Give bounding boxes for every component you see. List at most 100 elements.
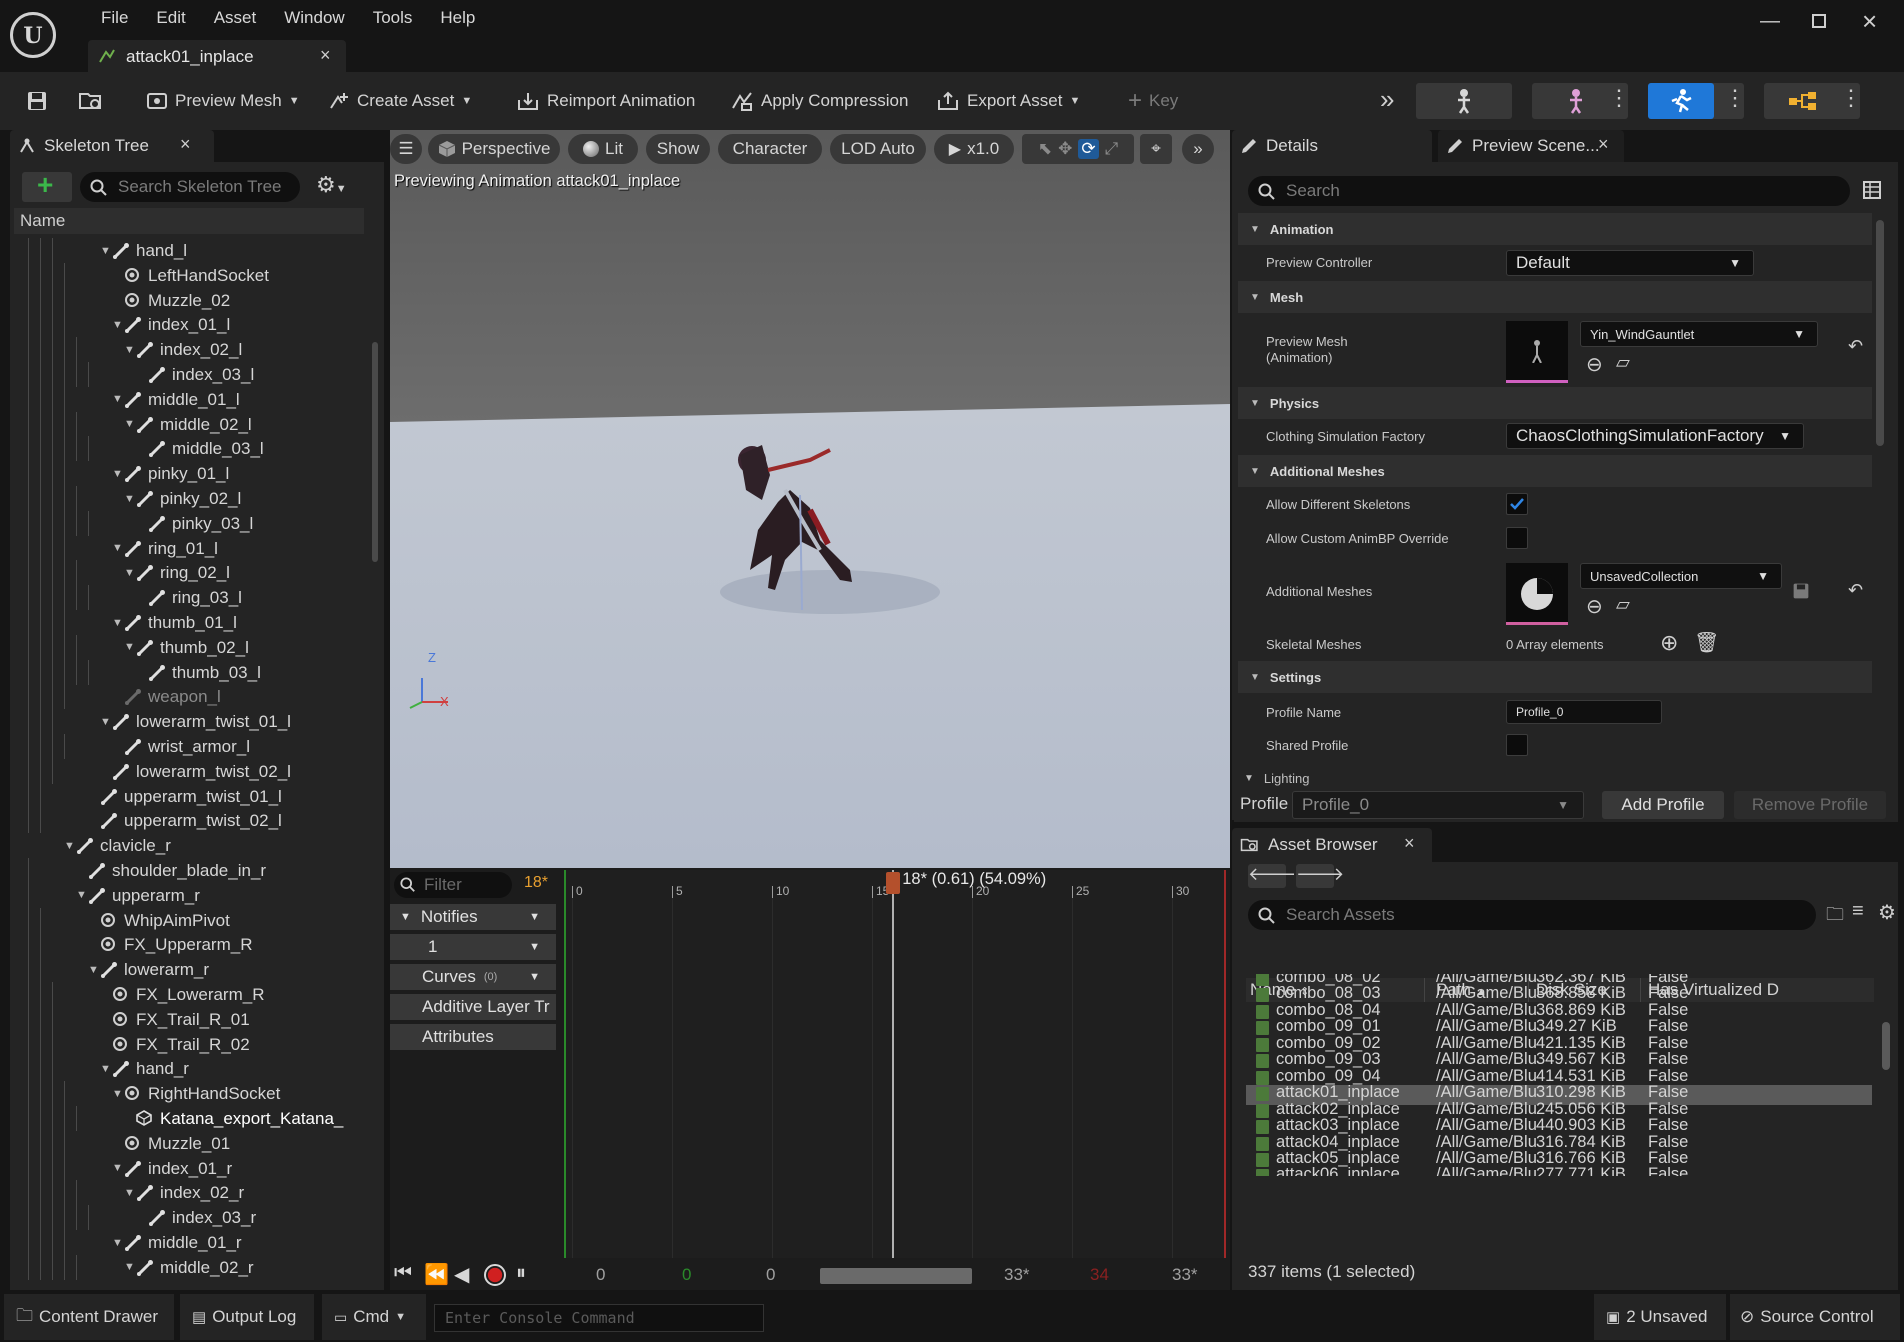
expand-arrow-icon[interactable]: ▼ — [124, 493, 135, 505]
minimize-icon[interactable]: — — [1760, 10, 1780, 33]
close-icon[interactable]: × — [320, 45, 331, 66]
use-selected-icon[interactable]: ⊖ — [1586, 352, 1603, 377]
export-asset-button[interactable]: Export Asset ▼ — [936, 86, 1080, 116]
timeline-track-area[interactable]: 0 5 10 15 20 25 30 18* (0.61) (54.09%) — [564, 870, 1226, 1258]
allow-different-skeletons-checkbox[interactable] — [1506, 493, 1528, 515]
remove-profile-button[interactable]: Remove Profile — [1734, 791, 1886, 819]
menu-edit[interactable]: Edit — [142, 8, 199, 28]
show-button[interactable]: Show — [646, 134, 710, 164]
menu-tools[interactable]: Tools — [359, 8, 427, 28]
save-collection-icon[interactable] — [1792, 582, 1810, 600]
step-back-icon[interactable]: ⏪ — [424, 1262, 449, 1287]
trash-icon[interactable]: 🗑 — [1694, 630, 1719, 655]
close-icon[interactable]: × — [1404, 833, 1415, 854]
tree-scrollbar[interactable] — [372, 342, 378, 562]
browse-asset-icon[interactable]: ▱ — [1616, 594, 1630, 615]
maximize-icon[interactable] — [1812, 14, 1826, 28]
use-selected-icon[interactable]: ⊖ — [1586, 594, 1603, 619]
skip-to-start-icon[interactable]: ⏮ — [394, 1262, 412, 1285]
more-options-icon[interactable]: ⋮ — [1608, 85, 1630, 111]
camera-speed-button[interactable]: ⌖ — [1140, 134, 1172, 164]
record-icon[interactable] — [484, 1264, 506, 1286]
range-end-view[interactable]: 33* — [1004, 1265, 1030, 1285]
menu-window[interactable]: Window — [270, 8, 358, 28]
settings-gear-icon[interactable]: ⚙ — [1878, 900, 1896, 925]
expand-arrow-icon[interactable]: ▼ — [88, 964, 99, 976]
close-icon[interactable]: × — [180, 134, 191, 155]
menu-file[interactable]: File — [87, 8, 142, 28]
expand-arrow-icon[interactable]: ▼ — [64, 840, 75, 852]
expand-arrow-icon[interactable]: ▼ — [112, 319, 123, 331]
expand-arrow-icon[interactable]: ▼ — [100, 716, 111, 728]
blueprint-mode-button[interactable]: ⋮ — [1764, 83, 1862, 119]
range-red[interactable]: 34 — [1090, 1265, 1109, 1285]
save-icon[interactable] — [26, 90, 48, 112]
column-header[interactable]: Name — [14, 208, 364, 234]
preview-scene-tab[interactable]: Preview Scene... × — [1438, 130, 1624, 162]
track-attributes[interactable]: Attributes — [390, 1024, 556, 1050]
add-element-icon[interactable]: ⊕ — [1660, 630, 1678, 656]
viewport-overflow-button[interactable]: » — [1182, 134, 1214, 164]
profile-name-input[interactable]: Profile_0 — [1506, 700, 1662, 724]
expand-arrow-icon[interactable]: ▼ — [100, 1063, 111, 1075]
viewport-options-button[interactable]: ☰ — [390, 134, 422, 164]
skeleton-tree-tab[interactable]: Skeleton Tree × — [10, 130, 214, 162]
skeleton-search-input[interactable]: Search Skeleton Tree — [80, 172, 300, 202]
source-control-button[interactable]: ⊘ Source Control — [1730, 1294, 1900, 1340]
section-mesh[interactable]: ▼ Mesh — [1238, 281, 1872, 313]
folder-search-icon[interactable]: 🗀 — [1826, 902, 1844, 932]
create-asset-button[interactable]: Create Asset ▼ — [328, 86, 472, 116]
section-additional-meshes[interactable]: ▼ Additional Meshes — [1238, 455, 1872, 487]
forward-arrow-icon[interactable]: 🡒 — [1296, 864, 1344, 888]
additional-meshes-thumbnail[interactable] — [1506, 563, 1568, 625]
browse-icon[interactable] — [78, 90, 104, 112]
preview-controller-combo[interactable]: Default ▼ — [1506, 250, 1754, 276]
output-log-button[interactable]: ▤ Output Log — [180, 1294, 314, 1340]
section-lighting[interactable]: ▼ Lighting — [1238, 766, 1872, 790]
add-button[interactable]: + — [22, 169, 72, 202]
expand-arrow-icon[interactable]: ▼ — [124, 1187, 135, 1199]
additional-meshes-combo[interactable]: UnsavedCollection ▼ — [1580, 563, 1782, 589]
lit-button[interactable]: Lit — [568, 134, 638, 164]
select-arrow-icon[interactable]: ⬉ — [1038, 139, 1052, 159]
cmd-button[interactable]: ▭ Cmd ▼ — [322, 1294, 426, 1340]
preview-mesh-combo[interactable]: Yin_WindGauntlet ▼ — [1580, 321, 1818, 347]
expand-arrow-icon[interactable]: ▼ — [112, 1162, 123, 1174]
filter-icon[interactable]: ≡ — [1852, 900, 1864, 923]
more-options-icon[interactable]: ⋮ — [1840, 85, 1862, 111]
expand-arrow-icon[interactable]: ▼ — [124, 344, 135, 356]
expand-arrow-icon[interactable]: ▼ — [112, 393, 123, 405]
asset-browser-tab[interactable]: Asset Browser × — [1232, 828, 1432, 862]
expand-arrow-icon[interactable]: ▼ — [124, 567, 135, 579]
preview-mesh-button[interactable]: Preview Mesh ▼ — [146, 86, 300, 116]
lod-button[interactable]: LOD Auto — [830, 134, 926, 164]
playhead-handle[interactable] — [886, 872, 901, 894]
track-curves[interactable]: Curves (0) ▼ — [390, 964, 556, 990]
expand-arrow-icon[interactable]: ▼ — [100, 245, 111, 257]
details-search-input[interactable]: Search — [1248, 176, 1850, 206]
section-animation[interactable]: ▼ Animation — [1238, 213, 1872, 245]
scale-icon[interactable]: ⤢ — [1105, 139, 1119, 159]
character-button[interactable]: Character — [718, 134, 822, 164]
expand-arrow-icon[interactable]: ▼ — [112, 542, 123, 554]
allow-custom-animbp-checkbox[interactable] — [1506, 527, 1528, 549]
expand-arrow-icon[interactable]: ▼ — [76, 889, 87, 901]
window-close-icon[interactable]: × — [1862, 6, 1877, 37]
section-settings[interactable]: ▼ Settings — [1238, 661, 1872, 693]
unreal-logo-icon[interactable]: U — [10, 12, 56, 58]
table-view-icon[interactable] — [1862, 180, 1882, 200]
expand-arrow-icon[interactable]: ▼ — [124, 1261, 135, 1273]
animation-mode-button[interactable]: ⋮ — [1648, 83, 1746, 119]
back-arrow-icon[interactable]: 🡐 — [1248, 864, 1296, 888]
key-button[interactable]: + Key — [1128, 86, 1178, 116]
timeline-filter-input[interactable]: Filter — [394, 872, 512, 898]
mesh-mode-button[interactable]: ⋮ — [1532, 83, 1630, 119]
content-drawer-button[interactable]: 🗀 Content Drawer — [4, 1294, 174, 1340]
expand-arrow-icon[interactable]: ▼ — [112, 1088, 123, 1100]
expand-arrow-icon[interactable]: ▼ — [124, 641, 135, 653]
range-start[interactable]: 0 — [596, 1265, 605, 1285]
skeleton-mode-button[interactable] — [1416, 83, 1512, 119]
close-icon[interactable]: × — [1598, 134, 1609, 155]
apply-compression-button[interactable]: Apply Compression — [730, 86, 908, 116]
menu-asset[interactable]: Asset — [200, 8, 271, 28]
